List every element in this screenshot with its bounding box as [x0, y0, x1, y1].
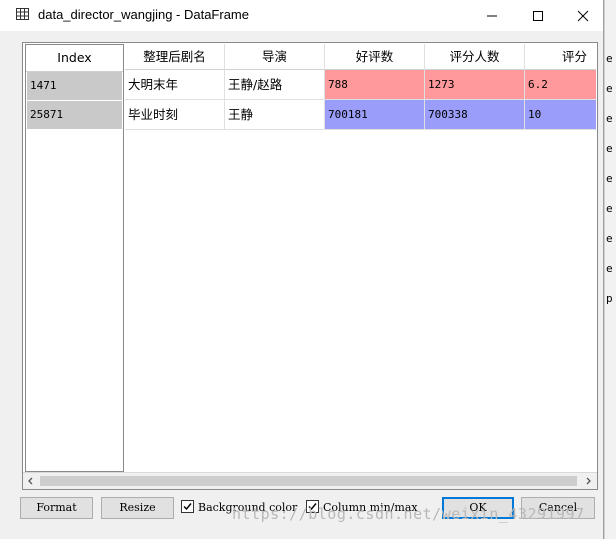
background-editor-char: e: [606, 142, 613, 155]
index-cell[interactable]: 1471: [27, 72, 122, 100]
background-editor-char: e: [606, 82, 613, 95]
scrollbar-thumb[interactable]: [40, 476, 577, 486]
table-cell[interactable]: 6.2: [525, 70, 596, 100]
resize-button[interactable]: Resize: [101, 497, 174, 519]
background-editor-char: e: [606, 52, 613, 65]
checkbox-box[interactable]: [181, 500, 194, 513]
minimize-icon: [487, 15, 497, 17]
close-button[interactable]: [560, 0, 606, 31]
dataframe-table: Index 1471 25871 整理后剧名 导演 好评数 评分人数 评分 大明…: [22, 42, 598, 490]
table-cell[interactable]: 10: [525, 100, 596, 130]
background-editor-char: e: [606, 262, 613, 275]
checkmark-icon: [183, 503, 192, 511]
title-bar: data_director_wangjing - DataFrame: [0, 0, 603, 31]
table-cell[interactable]: 788: [325, 70, 425, 100]
scroll-right-icon: [586, 477, 591, 485]
column-header-positive-reviews[interactable]: 好评数: [325, 44, 425, 70]
background-editor-char: p: [606, 292, 613, 305]
close-icon: [577, 10, 589, 22]
horizontal-scrollbar[interactable]: [23, 472, 597, 489]
background-editor-char: e: [606, 172, 613, 185]
table-cell[interactable]: 700181: [325, 100, 425, 130]
column-header-director[interactable]: 导演: [225, 44, 325, 70]
dataframe-editor-window: data_director_wangjing - DataFrame Index…: [0, 0, 604, 539]
maximize-icon: [533, 11, 543, 21]
column-header-title[interactable]: 整理后剧名: [125, 44, 225, 70]
column-header-rating[interactable]: 评分: [525, 44, 596, 70]
table-cell[interactable]: 王静: [225, 100, 325, 130]
table-icon: [16, 8, 29, 21]
index-column: Index 1471 25871: [25, 44, 124, 472]
table-cell[interactable]: 毕业时刻: [125, 100, 225, 130]
minimize-button[interactable]: [469, 0, 515, 31]
index-cell[interactable]: 25871: [27, 101, 122, 129]
table-cell[interactable]: 大明末年: [125, 70, 225, 100]
background-editor-char: e: [606, 112, 613, 125]
table-cell[interactable]: 1273: [425, 70, 525, 100]
background-editor-char: e: [606, 202, 613, 215]
table-cell[interactable]: 王静/赵路: [225, 70, 325, 100]
scroll-left-icon: [28, 477, 33, 485]
format-button[interactable]: Format: [20, 497, 93, 519]
background-editor-char: e: [606, 232, 613, 245]
window-title: data_director_wangjing - DataFrame: [38, 7, 249, 22]
maximize-button[interactable]: [515, 0, 561, 31]
data-grid: 整理后剧名 导演 好评数 评分人数 评分 大明末年 王静/赵路 788 1273…: [125, 44, 596, 472]
table-cell[interactable]: 700338: [425, 100, 525, 130]
column-header-rating-count[interactable]: 评分人数: [425, 44, 525, 70]
watermark-text: https://blog.csdn.net/weixin_43291997: [232, 505, 585, 523]
index-header[interactable]: Index: [26, 45, 123, 72]
